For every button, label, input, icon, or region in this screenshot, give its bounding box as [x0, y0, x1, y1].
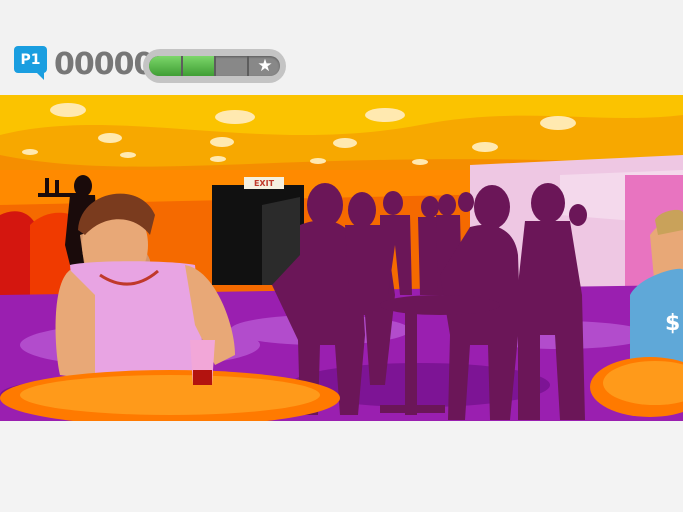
nightclub-illustration: EXIT $: [0, 95, 683, 421]
progress-meter: ★: [143, 49, 286, 83]
score-counter: 00000: [54, 47, 154, 82]
meter-divider: [247, 56, 249, 76]
meter-divider: [181, 56, 183, 76]
exit-sign-text: EXIT: [254, 179, 275, 188]
meter-divider: [214, 56, 216, 76]
hud-bar: P1 00000 ★: [0, 0, 683, 95]
player-badge: P1: [14, 46, 47, 80]
progress-meter-track: ★: [149, 56, 280, 76]
svg-text:$: $: [665, 311, 680, 336]
empty-lower-area: [0, 421, 683, 512]
nightclub-scene: EXIT $: [0, 95, 683, 421]
star-icon: ★: [257, 56, 273, 76]
